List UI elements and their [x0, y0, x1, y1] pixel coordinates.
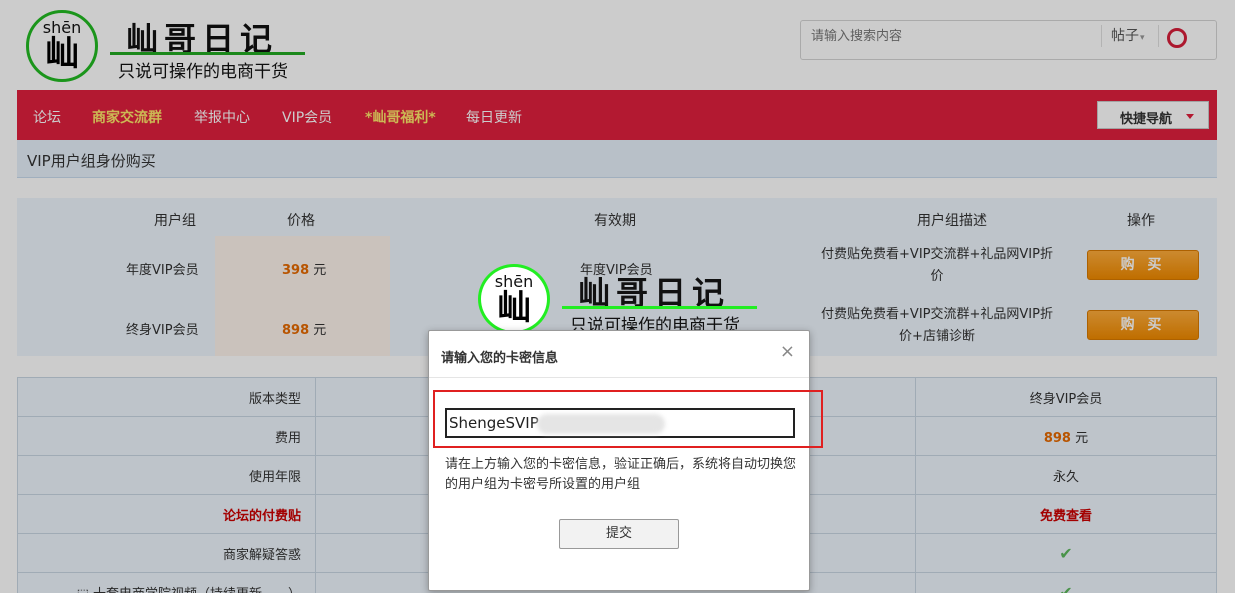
dialog-title: 请输入您的卡密信息	[441, 351, 559, 366]
watermark-logo: shēn 屾 屾哥日记 只说可操作的电商干货	[478, 262, 768, 336]
card-key-dialog: 请输入您的卡密信息 × 请在上方输入您的卡密信息，验证正确后，系统将自动切换您的…	[428, 330, 823, 591]
submit-button[interactable]: 提交	[559, 519, 679, 549]
dialog-hint: 请在上方输入您的卡密信息，验证正确后，系统将自动切换您的用户组为卡密号所设置的用…	[445, 457, 797, 492]
redacted-blur	[537, 414, 665, 434]
logo-char: 屾	[497, 288, 531, 328]
logo-underline	[562, 306, 757, 309]
close-icon[interactable]: ×	[780, 341, 795, 362]
dialog-divider	[429, 377, 809, 378]
